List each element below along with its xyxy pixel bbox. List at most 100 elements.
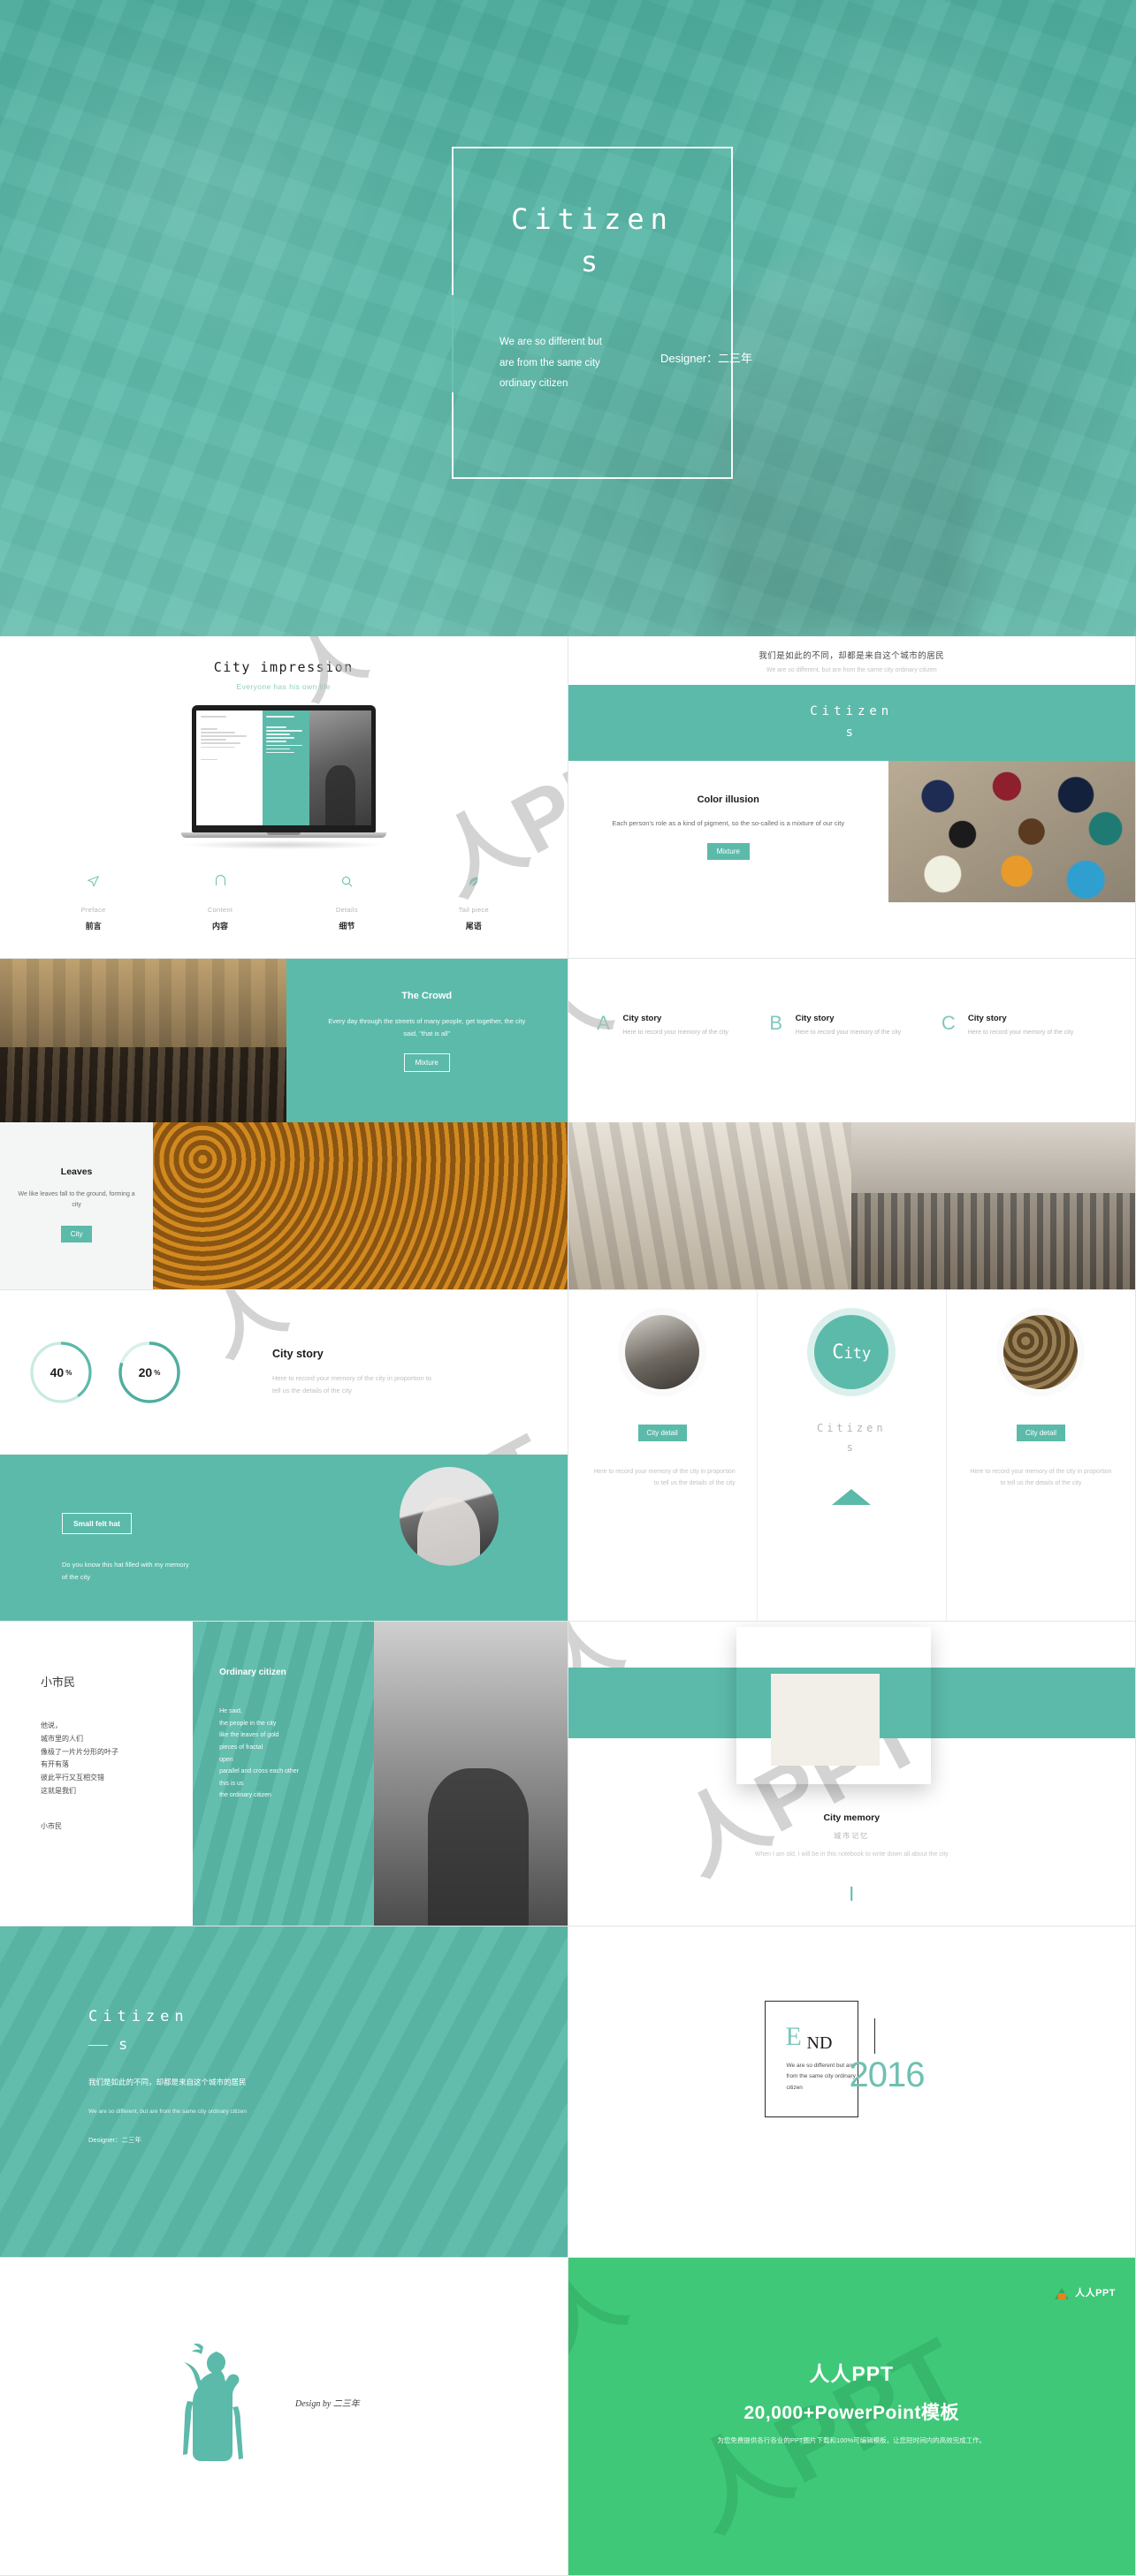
slide8-title: City memory <box>568 1812 1136 1823</box>
city-detail-badge-left[interactable]: City detail <box>638 1425 687 1441</box>
story-column[interactable]: C City story Here to record your memory … <box>938 1014 1110 1122</box>
slide-end[interactable]: 人 PPT E ND We are so different but are f… <box>568 1926 1136 2258</box>
list-item[interactable]: Tail piece 尾语 <box>431 872 515 931</box>
slide-city-detail[interactable]: City detail Here to record your memory o… <box>568 1290 1136 1622</box>
small-felt-hat-button[interactable]: Small felt hat <box>62 1513 132 1534</box>
search-icon <box>305 872 389 890</box>
slide-donut-stats[interactable]: 人 PPT 40% 20% Ci <box>0 1290 568 1622</box>
leaf-icon <box>431 872 515 890</box>
list-item-label-en: Preface <box>51 906 135 914</box>
crowd-street-photo <box>0 959 286 1122</box>
end-letters-nd: ND <box>807 2034 833 2052</box>
slide9-title-line1: Citizen <box>88 2002 568 2031</box>
list-item-label-en: Details <box>305 906 389 914</box>
man-back-photo <box>374 1622 567 1926</box>
hero-cover-slide: Citizen s We are so different but are fr… <box>0 0 1136 636</box>
donut-value-20: 20 <box>139 1365 153 1379</box>
story-text: Here to record your memory of the city <box>968 1028 1073 1038</box>
laptop-mockup <box>192 705 376 849</box>
list-item[interactable]: Content 内容 <box>179 872 263 931</box>
mixture-button[interactable]: Mixture <box>707 843 750 860</box>
slide2-card-title: Color illusion <box>598 794 858 805</box>
detail-text-right: Here to record your memory of the city i… <box>968 1466 1114 1490</box>
slide9-cn-text: 我们是如此的不同，却都是来自这个城市的居民 <box>88 2074 252 2091</box>
donut-unit: % <box>65 1369 72 1377</box>
slide7-en-title: Ordinary citizen <box>219 1668 374 1677</box>
slide7-en-body: He said, the people in the city like the… <box>219 1706 374 1802</box>
slide2-card-text: Each person's role as a kind of pigment,… <box>598 817 858 829</box>
end-tick-mark <box>874 2018 876 2054</box>
crowd-title: The Crowd <box>324 991 530 1001</box>
list-item-label-cn: 前言 <box>51 920 135 931</box>
street-photo-circle <box>625 1315 699 1389</box>
slide-color-illusion[interactable]: 我们是如此的不同，却都是来自这个城市的居民 We are so differen… <box>568 636 1136 959</box>
slide-citizens-closing[interactable]: 人 Citizen s 我们是如此的不同，却都是来自这个城市的居民 We are… <box>0 1926 568 2258</box>
hero-subtitle: We are so different but are from the sam… <box>489 332 604 395</box>
leaves-text: We like leaves fall to the ground, formi… <box>14 1189 139 1212</box>
crowd-mixture-button[interactable]: Mixture <box>404 1053 450 1072</box>
city-button[interactable]: City <box>61 1226 93 1242</box>
hero-title-line2: s <box>489 240 696 283</box>
slide-brand-promo[interactable]: 人 人PPT 人人PPT 人人PPT 20,000+PowerPoint模板 为… <box>568 2258 1136 2576</box>
citizens-word-line2: s <box>779 1439 925 1458</box>
house-logo-icon <box>1055 2284 1070 2299</box>
slide7-cn-footer: 小市民 <box>41 1821 193 1831</box>
list-item-label-en: Content <box>179 906 263 914</box>
donut-value-40: 40 <box>50 1365 65 1379</box>
slide-city-story-abc[interactable]: 人 A City story Here to record your memor… <box>568 959 1136 1290</box>
slide2-band-line1: Citizen <box>810 702 893 723</box>
slide2-headline-cn: 我们是如此的不同，却都是来自这个城市的居民 <box>568 649 1136 661</box>
brand-tagline: 20,000+PowerPoint模板 <box>568 2398 1136 2425</box>
list-item[interactable]: Details 细节 <box>305 872 389 931</box>
ppt-template-preview: Citizen s We are so different but are fr… <box>0 0 1136 2576</box>
story-column[interactable]: A City story Here to record your memory … <box>593 1014 766 1122</box>
slide7-cn-title: 小市民 <box>41 1673 193 1690</box>
slide9-title-line2-text: s <box>118 2036 133 2054</box>
slide7-cn-body: 他说， 城市里的人们 像极了一片片分形的叶子 有开有落 彼此平行又互相交错 这就… <box>41 1720 193 1798</box>
slide5-title: City story <box>272 1348 440 1360</box>
detail-column-right[interactable]: City detail Here to record your memory o… <box>947 1290 1135 1622</box>
slide1-subtitle: Everyone has his own life <box>0 682 568 691</box>
slide9-designer: Designer：二三年 <box>88 2135 568 2145</box>
story-letter: B <box>766 1014 787 1122</box>
autumn-leaves-photo <box>153 1122 567 1290</box>
slide2-band-line2: s <box>846 723 858 744</box>
slide-design-by[interactable]: Design by 二三年 <box>0 2258 568 2576</box>
hero-person-silhouette <box>716 255 972 635</box>
slide-city-impression[interactable]: 人 人PPT City impression Everyone has his … <box>0 636 568 959</box>
slide2-teal-band: Citizen s <box>568 685 1136 761</box>
list-item[interactable]: Preface 前言 <box>51 872 135 931</box>
hero-title-frame: Citizen s We are so different but are fr… <box>452 147 733 479</box>
end-letter-e: E <box>786 2024 802 2050</box>
hero-title-line1: Citizen <box>489 198 696 240</box>
donut-chart-20: 20% <box>115 1338 184 1407</box>
graffiti-alley-photo <box>851 1122 1135 1290</box>
slide8-text: When I am old, I will be in this noteboo… <box>568 1850 1136 1861</box>
slide5-caption: Do you know this hat filled with my memo… <box>62 1559 194 1584</box>
brand-logo[interactable]: 人人PPT <box>1055 2284 1116 2299</box>
detail-column-left[interactable]: City detail Here to record your memory o… <box>568 1290 757 1622</box>
city-circle-badge: City <box>814 1315 888 1389</box>
list-item-label-cn: 内容 <box>179 920 263 931</box>
slide-the-crowd[interactable]: The Crowd Every day through the streets … <box>0 959 568 1290</box>
end-year: 2016 <box>850 2055 925 2095</box>
slide2-headline-en: We are so different, but are from the sa… <box>568 667 1136 673</box>
triangle-up-icon <box>832 1489 871 1505</box>
detail-column-middle[interactable]: City Citizen s <box>757 1290 947 1622</box>
brand-title: 人人PPT <box>568 2357 1136 2387</box>
city-detail-badge-right[interactable]: City detail <box>1017 1425 1065 1441</box>
story-column[interactable]: B City story Here to record your memory … <box>766 1014 938 1122</box>
detail-text-left: Here to record your memory of the city i… <box>590 1466 736 1490</box>
city-circle-initial: C <box>832 1341 843 1364</box>
paint-buckets-photo <box>888 761 1135 902</box>
brand-logo-text: 人人PPT <box>1075 2285 1116 2299</box>
slide7-teal-panel: Ordinary citizen He said, the people in … <box>193 1622 374 1926</box>
slide-ordinary-citizen[interactable]: 小市民 他说， 城市里的人们 像极了一片片分形的叶子 有开有落 彼此平行又互相交… <box>0 1622 568 1926</box>
end-frame <box>765 2001 858 2117</box>
story-title: City story <box>796 1014 901 1023</box>
city-circle-rest: ity <box>844 1345 872 1363</box>
donut-unit: % <box>154 1369 160 1377</box>
story-letter: C <box>938 1014 959 1122</box>
slide-city-memory[interactable]: 人 人PPT City memory 城市记忆 When I am old, I… <box>568 1622 1136 1926</box>
story-text: Here to record your memory of the city <box>623 1028 728 1038</box>
